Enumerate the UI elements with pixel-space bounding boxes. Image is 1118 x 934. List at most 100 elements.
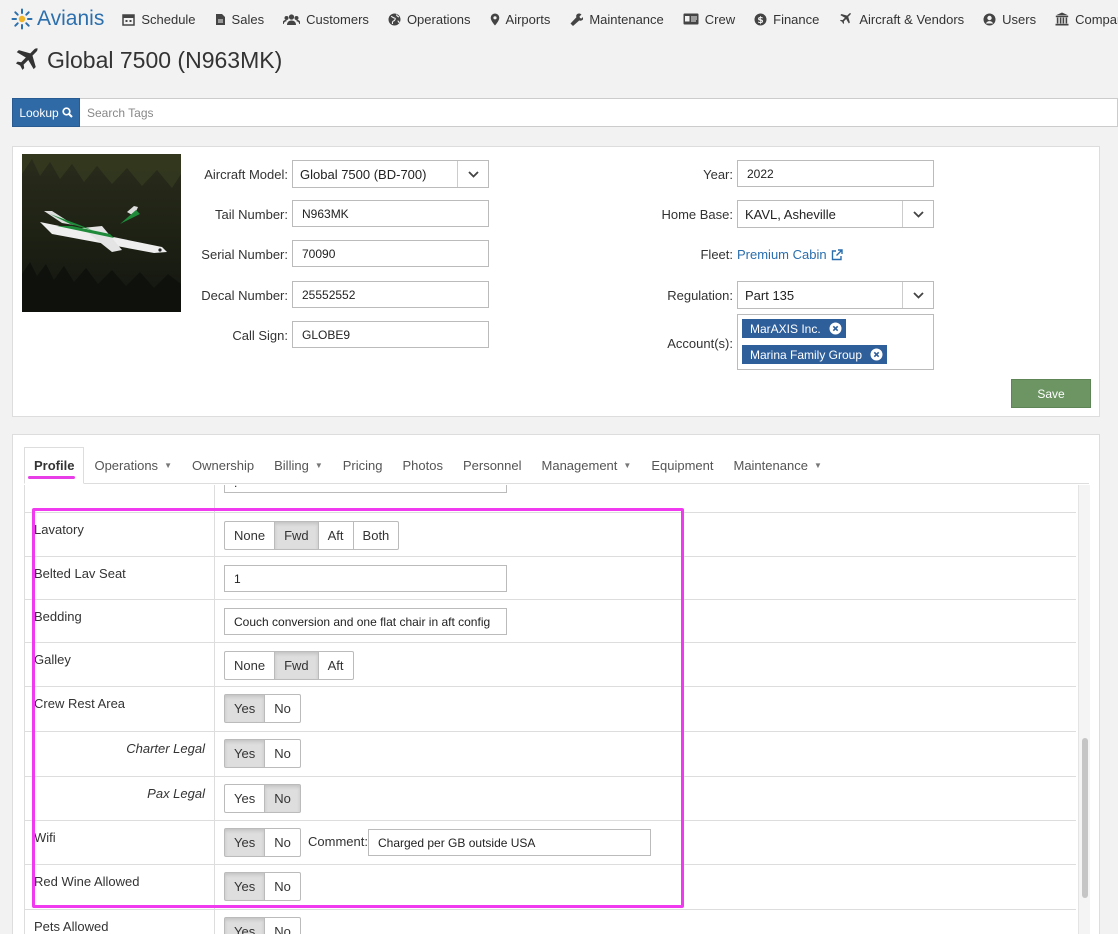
bedding-input[interactable]: Couch conversion and one flat chair in a…: [224, 608, 507, 635]
galley-toggle-group: None Fwd Aft: [224, 651, 354, 680]
tab-pricing[interactable]: Pricing: [333, 447, 393, 483]
galley-option-fwd[interactable]: Fwd: [274, 651, 319, 680]
remove-tag-icon[interactable]: [870, 348, 883, 361]
remove-tag-icon[interactable]: [829, 322, 842, 335]
lavatory-option-none[interactable]: None: [224, 521, 276, 550]
serial-number-label: Serial Number:: [201, 247, 288, 262]
crew-rest-option-yes[interactable]: Yes: [224, 694, 266, 723]
caret-down-icon: ▼: [623, 460, 632, 470]
regulation-select[interactable]: Part 135: [737, 281, 934, 309]
pax-legal-toggle-group: Yes No: [224, 784, 301, 813]
globe-icon: [388, 13, 401, 25]
nav-sales[interactable]: Sales: [215, 12, 264, 27]
tab-maintenance[interactable]: Maintenance ▼: [723, 447, 831, 483]
pax-legal-option-yes[interactable]: Yes: [224, 784, 266, 813]
nav-label: Airports: [505, 11, 551, 27]
lavatory-toggle-group: None Fwd Aft Both: [224, 521, 400, 550]
home-base-value: KAVL, Asheville: [745, 206, 836, 222]
search-tags-input[interactable]: [80, 98, 1118, 127]
account-tag: MarAXIS Inc.: [742, 319, 846, 338]
galley-option-none[interactable]: None: [224, 651, 276, 680]
accounts-tag-input[interactable]: MarAXIS Inc. Marina Family Group: [737, 314, 934, 370]
belted-lav-seat-input[interactable]: 1: [224, 565, 507, 592]
table-row-charter-legal: Charter Legal Yes No: [25, 732, 1076, 777]
users-group-icon: [283, 13, 301, 25]
vertical-scrollbar[interactable]: [1078, 485, 1090, 934]
charter-legal-option-no[interactable]: No: [264, 739, 301, 768]
galley-option-aft[interactable]: Aft: [317, 651, 354, 680]
pets-option-no[interactable]: No: [264, 917, 301, 934]
red-wine-option-no[interactable]: No: [264, 872, 301, 901]
tab-label: Ownership: [191, 457, 255, 473]
sun-logo-icon: [11, 8, 33, 30]
nav-maintenance[interactable]: Maintenance: [569, 12, 664, 27]
nav-label: Crew: [704, 11, 736, 27]
nav-company[interactable]: Company: [1055, 12, 1118, 27]
table-row-bedding: Bedding Couch conversion and one flat ch…: [25, 600, 1076, 643]
home-base-select[interactable]: KAVL, Asheville: [737, 200, 934, 228]
svg-text:$: $: [757, 16, 763, 26]
cutoff-input[interactable]: :: [224, 485, 507, 493]
app-logo[interactable]: Avianis: [11, 7, 104, 31]
tab-photos[interactable]: Photos: [392, 447, 452, 483]
wifi-comment-input[interactable]: Charged per GB outside USA: [368, 829, 651, 856]
wrench-icon: [570, 12, 584, 26]
tab-label: Personnel: [462, 457, 522, 473]
nav-label: Users: [1002, 11, 1037, 27]
logo-text: Avianis: [37, 7, 105, 30]
profile-table: : Lavatory None Fwd Aft Both Belted Lav …: [24, 485, 1090, 934]
wifi-comment-label: Comment:: [308, 834, 368, 849]
nav-users[interactable]: Users: [983, 12, 1036, 27]
wifi-option-yes[interactable]: Yes: [224, 828, 266, 857]
tab-equipment[interactable]: Equipment: [641, 447, 723, 483]
table-row-pets: Pets Allowed Yes No: [25, 910, 1076, 934]
scrollbar-thumb[interactable]: [1082, 738, 1088, 898]
pets-toggle-group: Yes No: [224, 917, 301, 934]
decal-number-input[interactable]: 25552552: [292, 281, 489, 308]
decal-number-label: Decal Number:: [201, 288, 288, 303]
nav-finance[interactable]: $ Finance: [754, 12, 819, 27]
wifi-option-no[interactable]: No: [264, 828, 301, 857]
nav-label: Company: [1075, 11, 1118, 27]
crew-rest-option-no[interactable]: No: [264, 694, 301, 723]
call-sign-input[interactable]: GLOBE9: [292, 321, 489, 348]
charter-legal-option-yes[interactable]: Yes: [224, 739, 266, 768]
year-input[interactable]: 2022: [737, 160, 934, 187]
tab-management[interactable]: Management ▼: [532, 447, 642, 483]
year-label: Year:: [703, 167, 733, 182]
id-card-icon: [683, 13, 699, 25]
fleet-link[interactable]: Premium Cabin: [737, 247, 843, 262]
pax-legal-option-no[interactable]: No: [264, 784, 301, 813]
tab-billing[interactable]: Billing ▼: [264, 447, 333, 483]
tab-personnel[interactable]: Personnel: [453, 447, 532, 483]
tail-number-input[interactable]: N963MK: [292, 200, 489, 227]
table-row-belted-lav-seat: Belted Lav Seat 1: [25, 557, 1076, 600]
fleet-label: Fleet:: [700, 247, 733, 262]
tab-bar: Profile Operations ▼ Ownership Billing ▼ P…: [24, 447, 1089, 484]
aircraft-model-select[interactable]: Global 7500 (BD-700): [292, 160, 489, 188]
red-wine-option-yes[interactable]: Yes: [224, 872, 266, 901]
nav-airports[interactable]: Airports: [490, 11, 551, 27]
nav-label: Finance: [773, 11, 820, 27]
tab-label: Profile: [34, 458, 75, 473]
nav-crew[interactable]: Crew: [683, 12, 735, 27]
tab-label: Billing: [274, 457, 309, 473]
tab-operations[interactable]: Operations ▼: [84, 447, 182, 483]
aircraft-photo[interactable]: [22, 154, 181, 312]
nav-aircraft-vendors[interactable]: Aircraft & Vendors: [838, 12, 964, 27]
tab-ownership[interactable]: Ownership: [182, 447, 264, 483]
save-button[interactable]: Save: [1011, 379, 1091, 408]
account-tag-label: Marina Family Group: [750, 347, 863, 362]
account-tag-label: MarAXIS Inc.: [750, 321, 821, 336]
nav-customers[interactable]: Customers: [283, 12, 369, 27]
lavatory-option-both[interactable]: Both: [352, 521, 400, 550]
pets-option-yes[interactable]: Yes: [224, 917, 266, 934]
lavatory-option-aft[interactable]: Aft: [317, 521, 354, 550]
lavatory-option-fwd[interactable]: Fwd: [274, 521, 319, 550]
nav-schedule[interactable]: Schedule: [122, 12, 196, 27]
tab-label: Equipment: [651, 457, 714, 473]
lookup-button[interactable]: Lookup: [12, 98, 80, 127]
serial-number-input[interactable]: 70090: [292, 240, 489, 267]
tab-label: Maintenance: [733, 457, 808, 473]
nav-operations[interactable]: Operations: [388, 12, 471, 27]
